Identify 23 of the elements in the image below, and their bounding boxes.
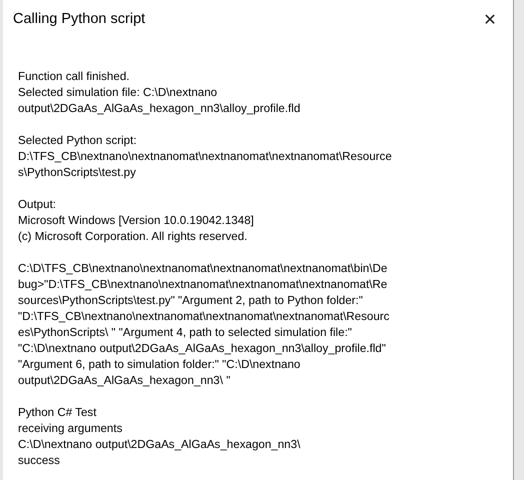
message-line: Python C# Test xyxy=(18,405,98,421)
message-line: receiving arguments xyxy=(18,421,124,437)
message-line: C:\D\nextnano output\2DGaAs_AlGaAs_hexagon_nn3\ xyxy=(18,437,302,453)
message-line: output\2DGaAs_AlGaAs_hexagon_nn3\alloy_profile.fld xyxy=(18,101,302,117)
message-line: Microsoft Windows [Version 10.0.19042.1348] xyxy=(18,213,255,229)
message-line: Selected Python script: xyxy=(18,133,138,149)
message-line: output\2DGaAs_AlGaAs_hexagon_nn3\ " xyxy=(18,373,232,389)
message-line: bug>"D:\TFS_CB\nextnano\nextnanomat\nextnanomat\nextnanomat\Re xyxy=(18,277,388,293)
message-line: s\PythonScripts\test.py xyxy=(18,165,137,181)
close-button[interactable]: ✕ xyxy=(467,0,513,38)
message-line: Selected simulation file: C:\D\nextnano xyxy=(18,85,218,101)
message-line: "Argument 6, path to simulation folder:" "C:\D\nextnano xyxy=(18,357,302,373)
message-line: sources\PythonScripts\test.py" "Argument 2, path to Python folder:" xyxy=(18,293,364,309)
window-title: Calling Python script xyxy=(13,11,146,27)
message-line: Function call finished. xyxy=(18,69,130,85)
message-line: es\PythonScripts\ " "Argument 4, path to selected simulation file:" xyxy=(18,325,353,341)
message-line: "C:\D\nextnano output\2DGaAs_AlGaAs_hexagon_nn3\alloy_profile.fld" xyxy=(18,341,387,357)
message-line: success xyxy=(18,453,61,469)
message-line: D:\TFS_CB\nextnano\nextnanomat\nextnanomat\nextnanomat\Resource xyxy=(18,149,393,165)
message-line: (c) Microsoft Corporation. All rights reserved. xyxy=(18,229,248,245)
message-line: C:\D\TFS_CB\nextnano\nextnanomat\nextnanomat\nextnanomat\bin\De xyxy=(18,261,388,277)
message-line: "D:\TFS_CB\nextnano\nextnanomat\nextnanomat\nextnanomat\Resourc xyxy=(18,309,390,325)
message-line: Output: xyxy=(18,197,58,213)
